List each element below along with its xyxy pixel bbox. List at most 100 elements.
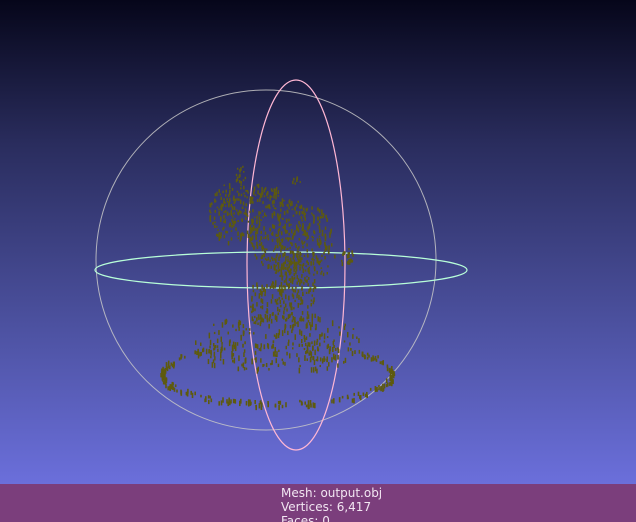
point-cluster: [247, 399, 250, 404]
point-cluster: [288, 218, 290, 222]
point-cluster: [303, 211, 306, 213]
point-cluster: [266, 248, 268, 251]
point-cluster: [323, 340, 326, 343]
point-cluster: [163, 376, 166, 380]
point-cluster: [276, 351, 278, 357]
point-cluster: [180, 389, 182, 395]
point-cluster: [314, 286, 317, 290]
point-cluster: [222, 190, 224, 194]
point-cluster: [300, 330, 303, 337]
point-cluster: [297, 289, 300, 293]
point-cluster: [338, 397, 341, 403]
point-cluster: [303, 207, 305, 211]
point-cluster: [312, 356, 315, 361]
point-cluster: [314, 366, 317, 372]
point-cluster: [298, 237, 301, 241]
point-cluster: [260, 256, 263, 260]
point-cluster: [245, 213, 248, 217]
point-cluster: [232, 216, 234, 218]
point-cluster: [271, 294, 274, 299]
point-cluster: [255, 404, 257, 408]
point-cluster: [231, 350, 233, 357]
point-cluster: [275, 196, 277, 200]
point-cluster: [277, 312, 279, 316]
point-cluster: [280, 208, 282, 212]
point-cluster: [277, 244, 279, 249]
point-cluster: [164, 367, 167, 371]
point-cluster: [328, 348, 331, 355]
point-cluster: [228, 201, 230, 206]
trackball-gizmo[interactable]: [0, 0, 636, 484]
point-cluster: [244, 194, 246, 198]
point-cluster: [221, 322, 224, 328]
point-cluster: [361, 351, 364, 355]
point-cluster: [228, 340, 231, 347]
point-cluster: [283, 199, 285, 202]
point-cluster: [281, 404, 284, 409]
point-cluster: [352, 334, 354, 339]
point-cluster: [288, 278, 291, 281]
point-cluster: [308, 404, 310, 410]
point-cluster: [288, 232, 290, 236]
point-cluster: [343, 325, 346, 331]
point-cluster: [230, 210, 232, 215]
point-cluster: [165, 366, 168, 371]
point-cluster: [261, 191, 264, 195]
point-cluster: [279, 201, 282, 205]
point-cluster: [309, 222, 311, 227]
3d-viewport[interactable]: [0, 0, 636, 484]
point-cluster: [269, 228, 272, 232]
point-cluster: [255, 256, 258, 260]
point-cluster: [331, 243, 333, 247]
point-cluster: [240, 334, 242, 341]
point-cluster: [322, 272, 325, 277]
point-cluster: [353, 398, 355, 404]
point-cluster: [285, 237, 287, 240]
point-cluster: [227, 241, 230, 246]
point-cluster: [269, 259, 271, 262]
point-cluster: [306, 249, 308, 253]
point-cluster: [165, 378, 168, 381]
point-cluster: [276, 317, 278, 322]
point-cluster: [264, 314, 267, 319]
point-cluster: [294, 206, 296, 211]
point-cluster: [240, 184, 242, 187]
point-cluster: [267, 343, 269, 348]
point-cluster: [334, 348, 337, 351]
point-cluster: [301, 339, 303, 344]
point-cluster: [210, 350, 212, 356]
point-cluster: [313, 279, 316, 284]
point-cluster: [260, 298, 263, 303]
point-cluster: [225, 193, 227, 197]
point-cluster: [263, 237, 265, 239]
point-cluster: [256, 344, 258, 348]
point-cluster: [293, 272, 295, 277]
point-cluster: [260, 242, 263, 246]
point-cluster: [261, 291, 263, 295]
point-cluster: [284, 251, 286, 256]
point-cluster: [319, 317, 321, 323]
point-cluster: [259, 211, 262, 214]
point-cluster: [321, 254, 323, 257]
point-cluster: [316, 341, 318, 345]
point-cluster: [236, 198, 238, 201]
point-cluster: [309, 322, 311, 326]
point-cluster: [357, 391, 360, 397]
point-cluster: [318, 209, 321, 213]
point-cluster: [264, 293, 266, 297]
point-cluster: [216, 225, 218, 228]
point-cluster: [230, 230, 233, 232]
point-cluster: [312, 261, 315, 266]
point-cluster: [297, 253, 299, 256]
point-cluster: [258, 220, 261, 223]
point-cluster: [312, 345, 314, 351]
point-cluster: [288, 283, 291, 289]
point-cluster: [212, 359, 215, 364]
point-cluster: [251, 298, 253, 302]
point-cluster: [331, 357, 333, 363]
point-cluster: [311, 212, 313, 215]
point-cluster: [279, 291, 282, 296]
point-cluster: [251, 305, 254, 311]
point-cluster: [252, 209, 254, 213]
point-cluster: [253, 186, 256, 192]
